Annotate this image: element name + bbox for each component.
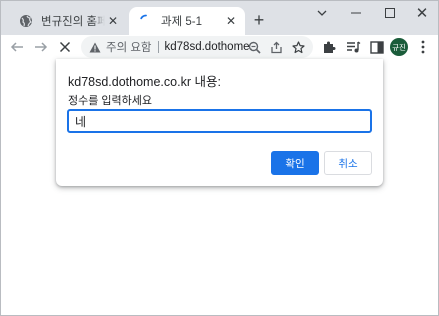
tab-homepage[interactable]: 변규진의 홈페이지 ✕ bbox=[9, 7, 127, 35]
url-text[interactable]: kd78sd.dothome.co.kr bbox=[165, 41, 253, 53]
warning-icon[interactable] bbox=[88, 40, 102, 54]
ok-button[interactable]: 확인 bbox=[271, 151, 319, 175]
address-bar[interactable]: 주의 요함 kd78sd.dothome.co.kr bbox=[81, 36, 313, 58]
share-icon[interactable] bbox=[269, 40, 283, 54]
kebab-menu-icon[interactable] bbox=[415, 39, 431, 55]
dialog-message: 정수를 입력하세요 bbox=[68, 95, 153, 107]
bookmark-star-icon[interactable] bbox=[291, 40, 305, 54]
cancel-button[interactable]: 취소 bbox=[324, 151, 372, 175]
divider bbox=[157, 41, 159, 53]
minimize-button[interactable] bbox=[339, 1, 373, 25]
browser-window: 변규진의 홈페이지 ✕ 과제 5-1 ✕ + ✕ bbox=[0, 0, 439, 316]
window-close-button[interactable]: ✕ bbox=[405, 1, 438, 25]
loading-spinner-icon bbox=[138, 13, 154, 29]
security-status: 주의 요함 bbox=[106, 42, 152, 54]
zoom-icon[interactable] bbox=[247, 40, 261, 54]
new-tab-button[interactable]: + bbox=[249, 10, 269, 30]
prompt-dialog: kd78sd.dothome.co.kr 내용: 정수를 입력하세요 확인 취소 bbox=[56, 59, 383, 186]
extensions-puzzle-icon[interactable] bbox=[321, 39, 337, 55]
toolbar: 주의 요함 kd78sd.dothome.co.kr 규진 bbox=[1, 35, 438, 59]
media-control-icon[interactable] bbox=[345, 39, 361, 55]
tab-close-icon[interactable]: ✕ bbox=[105, 13, 121, 29]
profile-avatar[interactable]: 규진 bbox=[390, 38, 408, 56]
tab-close-icon[interactable]: ✕ bbox=[223, 13, 239, 29]
tab-strip: 변규진의 홈페이지 ✕ 과제 5-1 ✕ + ✕ bbox=[1, 1, 438, 35]
back-arrow-icon[interactable] bbox=[7, 37, 27, 57]
tab-assignment[interactable]: 과제 5-1 ✕ bbox=[129, 7, 245, 35]
prompt-input[interactable] bbox=[67, 109, 372, 133]
tab-search-chevron-icon[interactable] bbox=[305, 1, 339, 25]
side-panel-icon[interactable] bbox=[369, 39, 385, 55]
stop-loading-icon[interactable] bbox=[55, 37, 75, 57]
maximize-button[interactable] bbox=[373, 1, 407, 25]
globe-icon bbox=[18, 13, 34, 29]
tab-title: 과제 5-1 bbox=[161, 16, 202, 28]
tab-title: 변규진의 홈페이지 bbox=[41, 16, 105, 28]
dialog-origin: kd78sd.dothome.co.kr 내용: bbox=[68, 75, 221, 89]
forward-arrow-icon[interactable] bbox=[31, 37, 51, 57]
